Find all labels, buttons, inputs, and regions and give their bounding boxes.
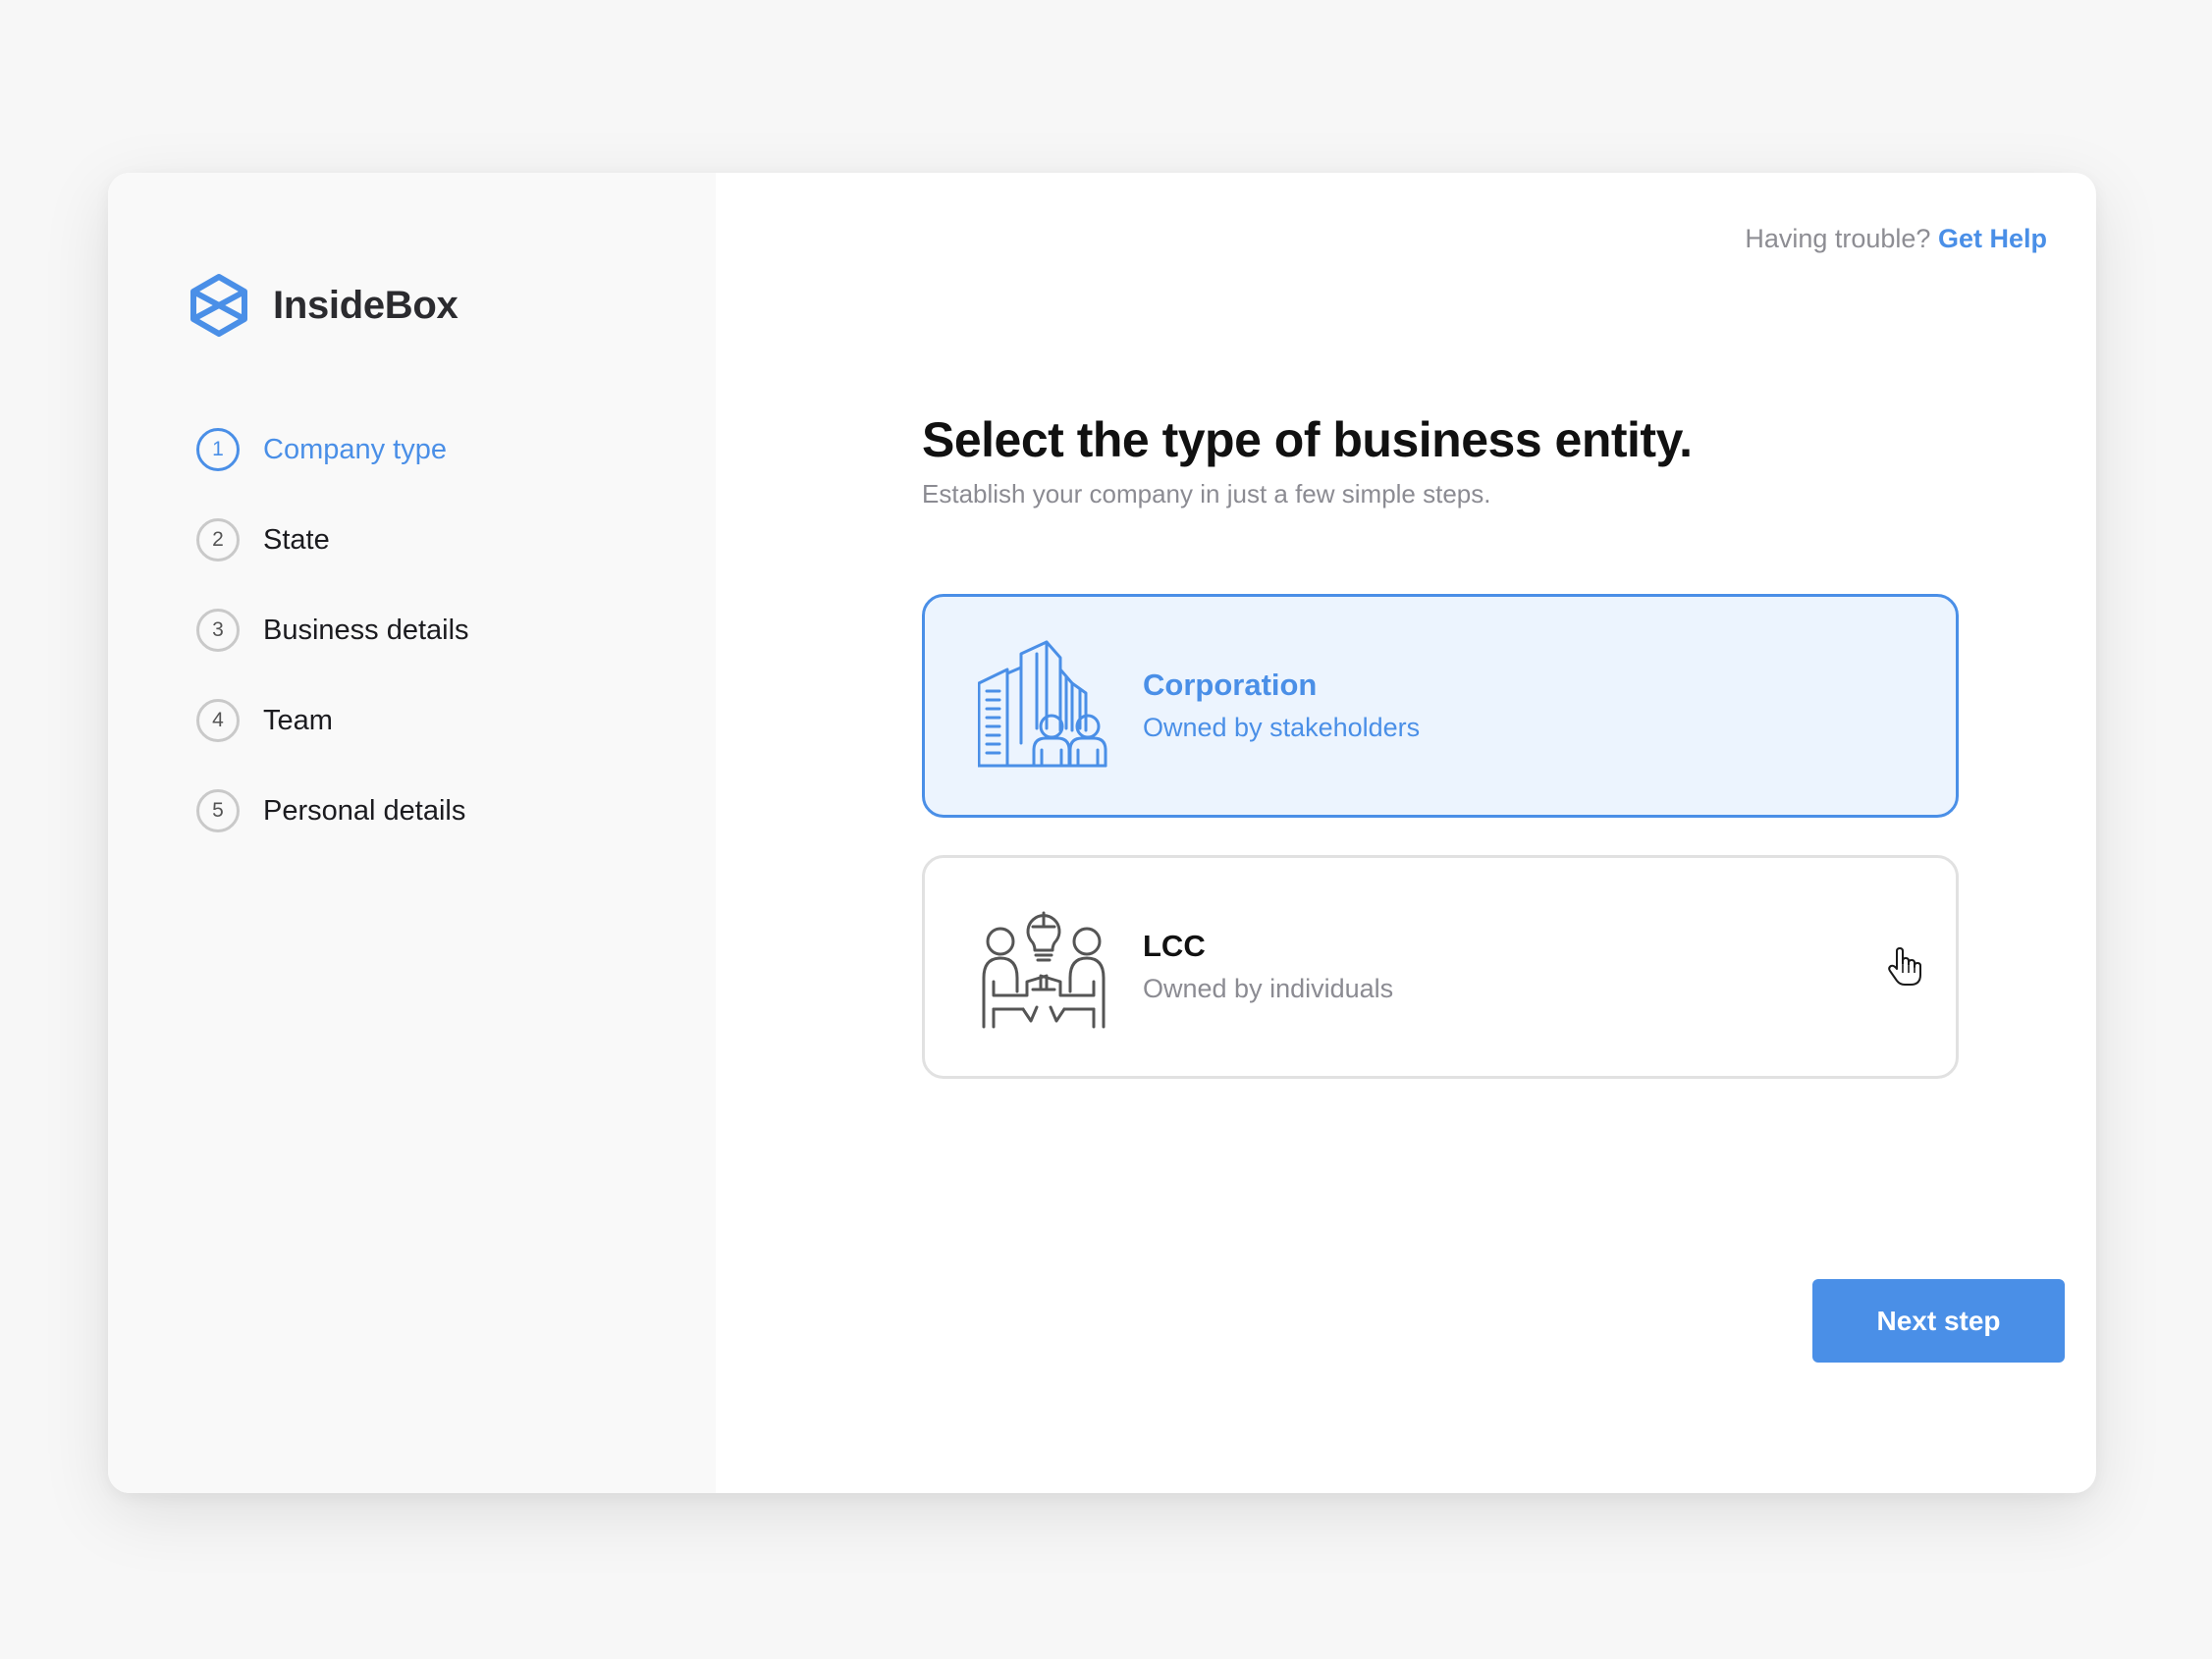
insidebox-logo-icon <box>190 274 247 337</box>
page-title: Select the type of business entity. <box>922 412 1693 467</box>
step-label: Team <box>263 704 333 736</box>
step-label: Company type <box>263 433 447 465</box>
hand-pointer-icon <box>1888 947 1921 986</box>
onboarding-card: InsideBox 1 Company type 2 State 3 Busin… <box>108 173 2096 1493</box>
option-lcc[interactable]: LCC Owned by individuals <box>922 855 1959 1079</box>
main-panel: Having trouble? Get Help Select the type… <box>716 173 2096 1493</box>
get-help-link[interactable]: Get Help <box>1938 224 2047 253</box>
step-number: 1 <box>196 428 240 471</box>
step-personal-details[interactable]: 5 Personal details <box>196 788 469 833</box>
option-description: Owned by stakeholders <box>1143 713 1421 742</box>
brand-name: InsideBox <box>273 283 459 327</box>
option-title: Corporation <box>1143 668 1318 702</box>
step-number: 4 <box>196 699 240 742</box>
option-title: LCC <box>1143 929 1206 963</box>
step-team[interactable]: 4 Team <box>196 698 469 743</box>
next-step-button[interactable]: Next step <box>1812 1279 2065 1363</box>
steps-nav: 1 Company type 2 State 3 Business detail… <box>196 427 469 879</box>
brand: InsideBox <box>189 273 459 338</box>
step-label: Personal details <box>263 794 466 827</box>
step-company-type[interactable]: 1 Company type <box>196 427 469 472</box>
partners-idea-icon <box>982 911 1106 1029</box>
step-number: 2 <box>196 518 240 562</box>
help-prompt: Having trouble? Get Help <box>1745 224 2047 254</box>
step-state[interactable]: 2 State <box>196 517 469 562</box>
option-description: Owned by individuals <box>1143 974 1394 1003</box>
step-number: 3 <box>196 609 240 652</box>
step-number: 5 <box>196 789 240 832</box>
step-label: State <box>263 523 330 556</box>
option-corporation[interactable]: Corporation Owned by stakeholders <box>922 594 1959 818</box>
page-subtitle: Establish your company in just a few sim… <box>922 479 1491 508</box>
help-text: Having trouble? <box>1745 224 1931 253</box>
buildings-people-icon <box>978 640 1107 768</box>
sidebar: InsideBox 1 Company type 2 State 3 Busin… <box>108 173 716 1493</box>
step-label: Business details <box>263 614 469 646</box>
step-business-details[interactable]: 3 Business details <box>196 608 469 653</box>
